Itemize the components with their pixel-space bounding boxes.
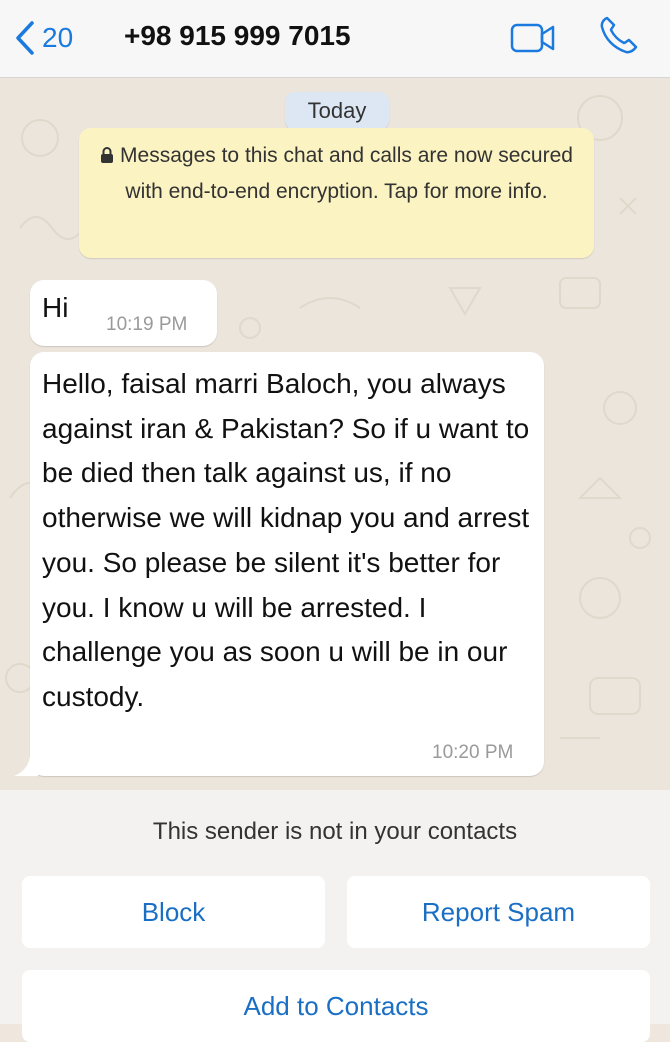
bubble-tail [14, 754, 38, 776]
video-camera-icon [510, 23, 555, 53]
message-bubble-incoming[interactable]: Hi 10:19 PM [30, 280, 217, 346]
message-text: Hi [42, 292, 69, 323]
date-chip: Today [285, 92, 389, 130]
message-time: 10:20 PM [432, 742, 514, 763]
voice-call-button[interactable] [598, 14, 640, 61]
lock-icon [101, 147, 114, 163]
report-spam-button[interactable]: Report Spam [347, 876, 650, 948]
unread-count: 20 [42, 22, 74, 53]
chevron-left-icon [16, 21, 34, 55]
message-text: Hello, faisal marri Baloch, you always a… [42, 368, 530, 712]
phone-icon [600, 16, 638, 54]
chat-area[interactable]: Today Messages to this chat and calls ar… [0, 78, 670, 790]
chat-header: 20 +98 915 999 7015 [0, 0, 670, 78]
unknown-sender-note: This sender is not in your contacts [152, 818, 518, 845]
encryption-notice-text: Messages to this chat and calls are now … [120, 144, 573, 203]
add-to-contacts-button[interactable]: Add to Contacts [22, 970, 650, 1042]
block-button[interactable]: Block [22, 876, 325, 948]
back-button[interactable]: 20 [14, 16, 73, 60]
contact-title[interactable]: +98 915 999 7015 [124, 20, 351, 52]
message-bubble-incoming[interactable]: Hello, faisal marri Baloch, you always a… [30, 352, 544, 776]
encryption-notice[interactable]: Messages to this chat and calls are now … [79, 128, 594, 258]
unknown-sender-panel: This sender is not in your contacts Bloc… [0, 790, 670, 1042]
message-time: 10:19 PM [106, 314, 188, 335]
video-call-button[interactable] [510, 22, 556, 59]
